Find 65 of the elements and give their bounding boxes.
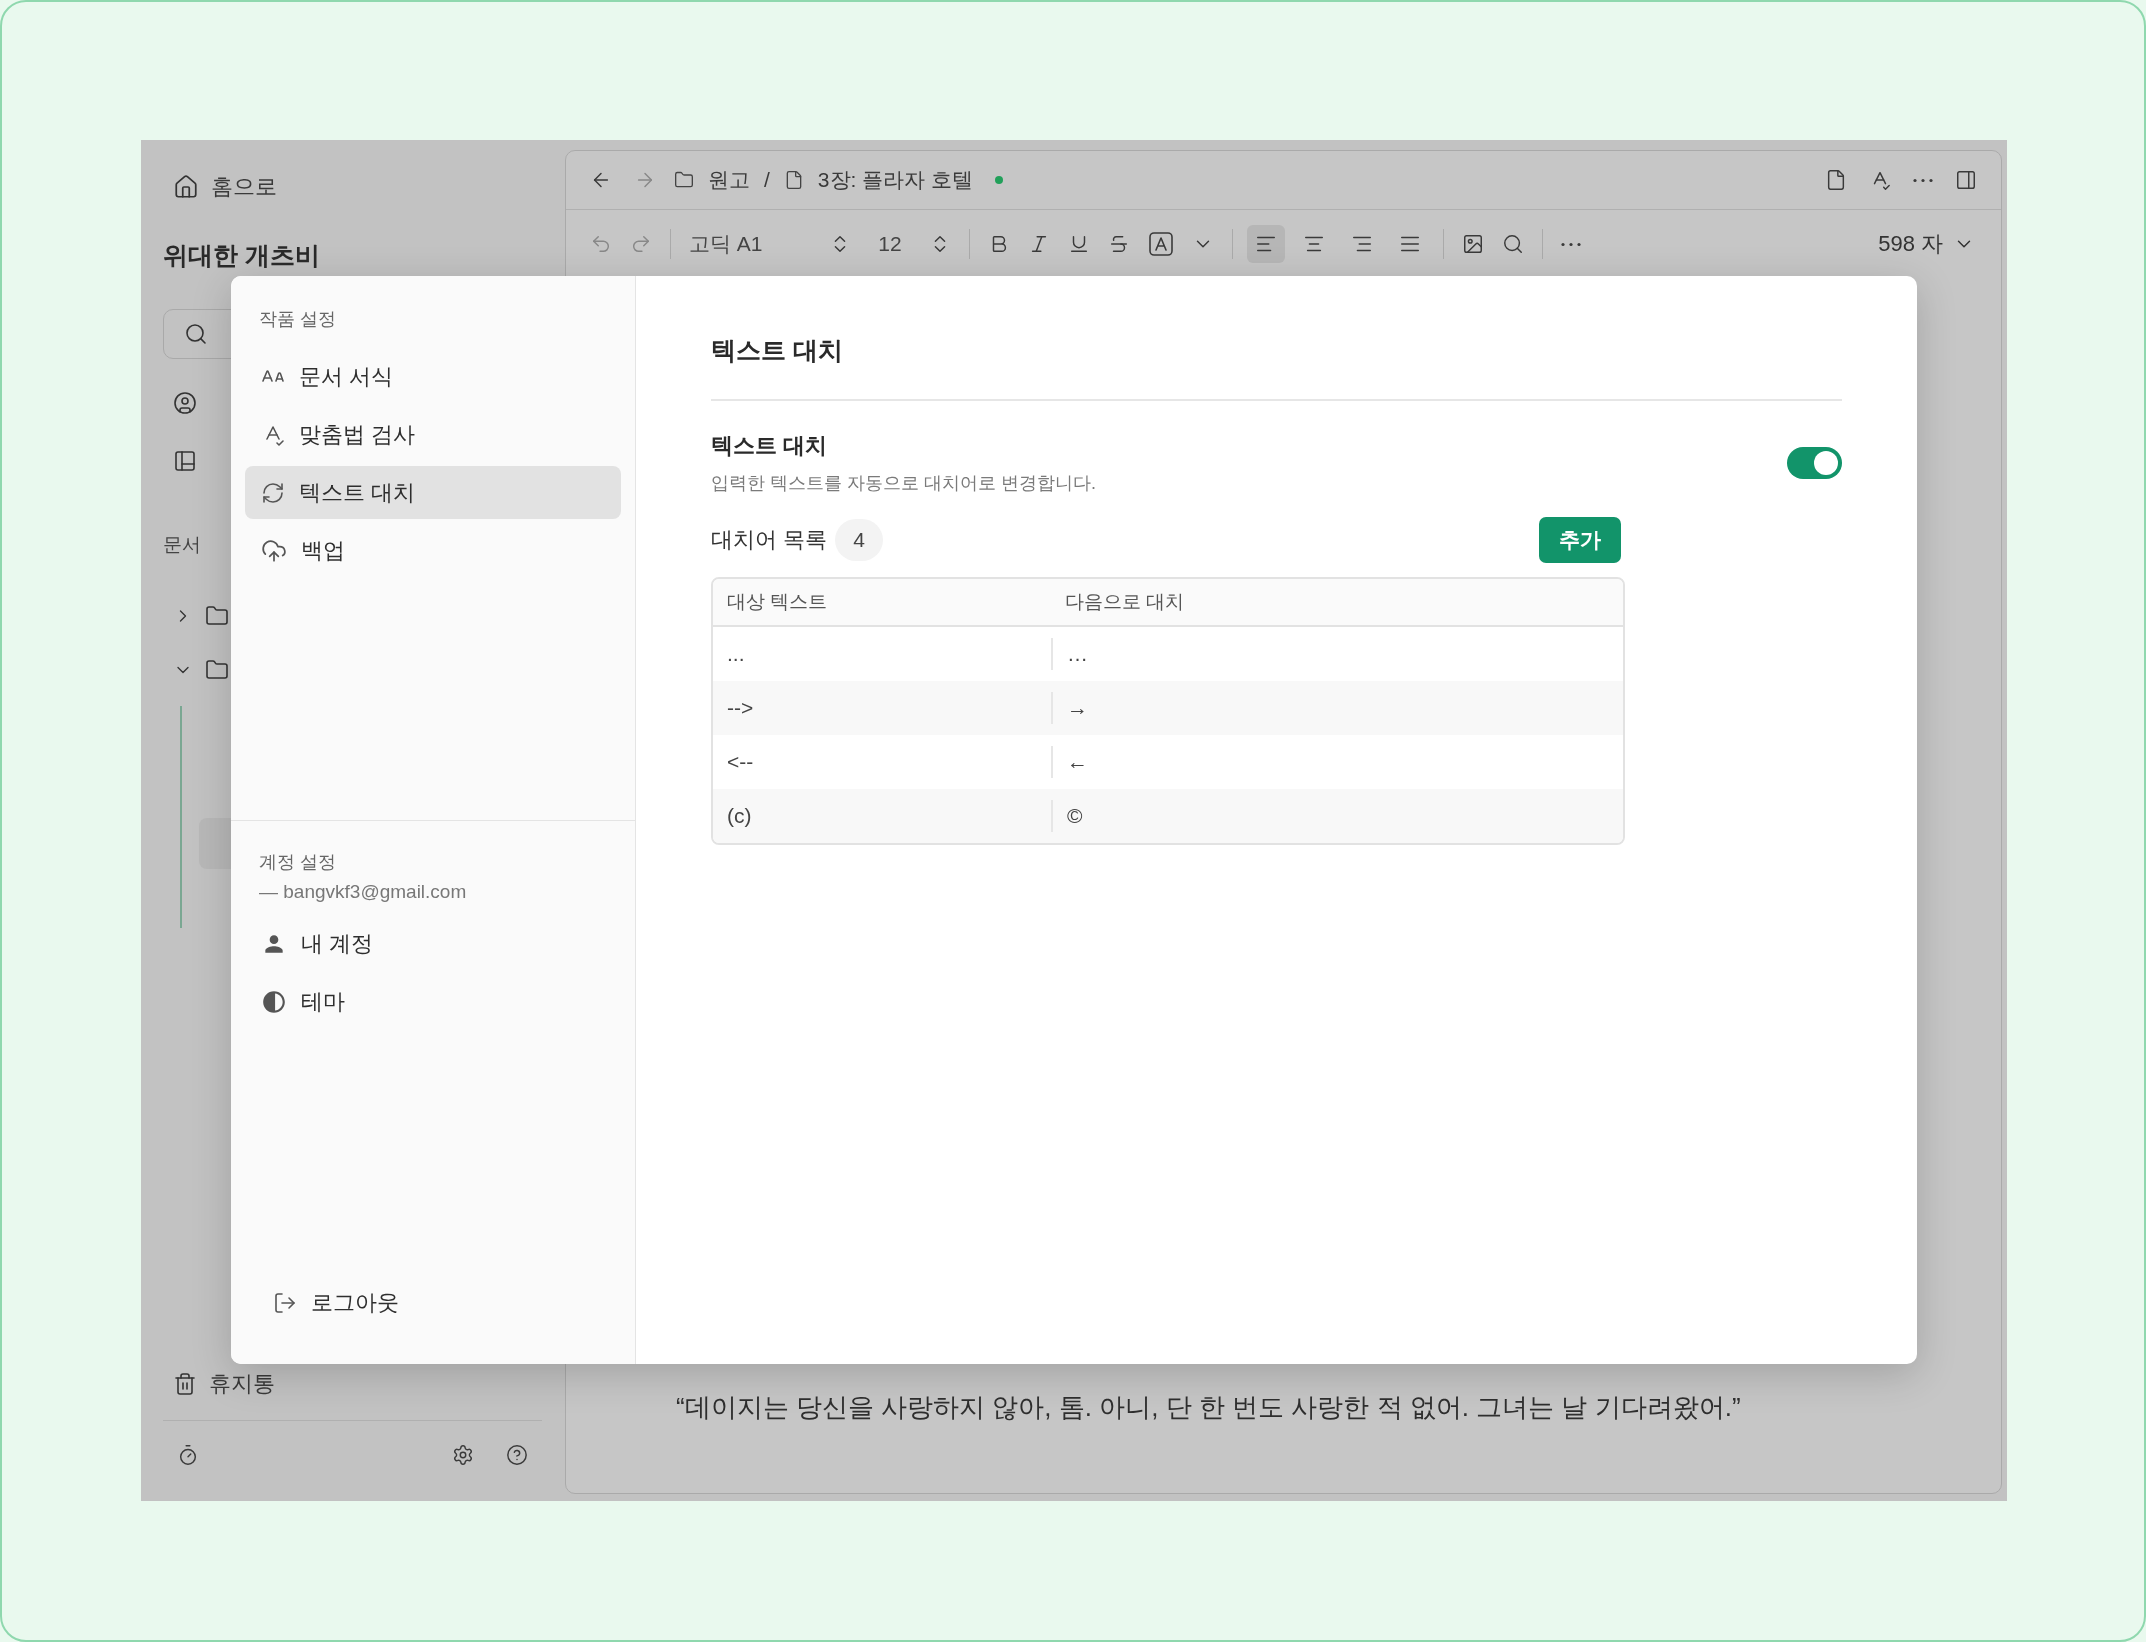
search-icon (184, 322, 208, 346)
align-button[interactable] (1247, 225, 1285, 263)
underline-icon (1068, 233, 1090, 255)
font-size-select[interactable]: 12 (865, 228, 915, 260)
table-cell-text: (c) (726, 803, 753, 829)
logout-button[interactable]: 로그아웃 (245, 1276, 621, 1329)
table-cell: → (1051, 692, 1623, 724)
nav-heading: 작품 설정 (258, 308, 337, 330)
font-select[interactable]: 고딕 A1 (685, 226, 815, 262)
breadcrumb-separator: / (764, 168, 770, 192)
folder-icon (674, 170, 694, 190)
list-label: 대치어 목록 (711, 526, 828, 554)
panel-icon (1955, 169, 1977, 191)
nav-item[interactable]: 테마 (245, 975, 621, 1028)
ellipsis-icon (1561, 241, 1581, 247)
toggle-switch[interactable] (1787, 447, 1842, 479)
nav-item[interactable]: 내 계정 (245, 917, 621, 970)
folder-icon (205, 604, 229, 628)
contrast-icon (261, 988, 287, 1015)
help-icon (506, 1444, 528, 1466)
table-cell-text: ... (726, 641, 746, 667)
setting-title: 텍스트 대치 (711, 432, 829, 460)
redo-icon (630, 233, 652, 255)
project-title: 위대한 개츠비 (163, 240, 321, 271)
home-link[interactable]: 홈으로 (163, 167, 542, 207)
body-text: “데이지는 당신을 사랑하지 않아, 톰. 아니, 단 한 번도 사랑한 적 없어. 그녀는 날 기다려왔어.” (676, 1391, 1742, 1424)
timer-icon (177, 1444, 199, 1466)
image-icon (1462, 233, 1484, 255)
ellipsis-icon (1913, 177, 1933, 183)
nav-item[interactable]: 텍스트 대치 (245, 466, 621, 519)
strikethrough-icon (1108, 233, 1130, 255)
page-title: 텍스트 대치 (711, 276, 1842, 401)
nav-item[interactable]: 문서 서식 (245, 350, 621, 403)
word-count-dropdown[interactable]: 598 자 (1872, 228, 1981, 260)
account-email: — bangvkf3@gmail.com (258, 881, 468, 903)
user-circle-icon (173, 391, 197, 415)
nav-heading: 계정 설정 (258, 851, 337, 873)
trash-link[interactable]: 휴지통 (163, 1364, 542, 1404)
nav-item[interactable]: 백업 (245, 524, 621, 577)
trash-icon (173, 1372, 197, 1396)
folder-icon (205, 658, 229, 682)
table-cell: … (1051, 638, 1623, 670)
setting-description: 입력한 텍스트를 자동으로 대치어로 변경합니다. (711, 472, 1096, 495)
settings-icon (452, 1444, 474, 1466)
logout-icon (273, 1290, 297, 1315)
search-icon (1502, 233, 1524, 255)
breadcrumb-item[interactable]: 원고 (708, 166, 750, 194)
boxed-letter-icon (1148, 231, 1174, 257)
table-cell-text: --> (726, 695, 755, 721)
refresh-icon (261, 480, 285, 505)
count-badge: 4 (835, 519, 884, 561)
section-label: 문서 (163, 533, 201, 557)
column-header: 대상 텍스트 (726, 590, 829, 614)
layout-icon (173, 449, 197, 473)
home-icon (173, 174, 199, 200)
file-icon (1825, 169, 1847, 191)
table-cell-text: <-- (726, 749, 755, 775)
add-button[interactable]: 추가 (1539, 517, 1621, 563)
column-header: 다음으로 대치 (1064, 590, 1186, 614)
nav-item[interactable]: 맞춤법 검사 (245, 408, 621, 461)
breadcrumb-item[interactable]: 3장: 플라자 호텔 (817, 166, 974, 194)
table-cell: © (1051, 800, 1623, 832)
undo-icon (590, 233, 612, 255)
cloud-upload-icon (261, 537, 287, 564)
table-cell: ← (1051, 746, 1623, 778)
